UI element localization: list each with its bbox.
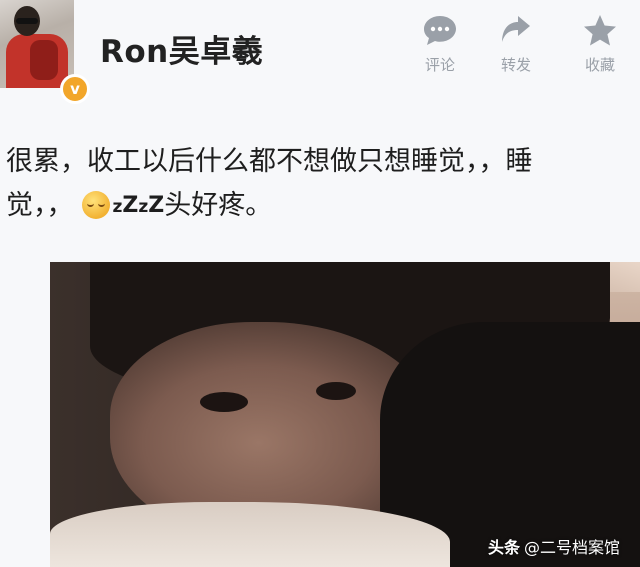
username[interactable]: Ron吴卓羲 [100,26,263,71]
zzz-char: z [112,197,123,217]
favorite-button[interactable]: 收藏 [570,14,630,75]
sleepy-face-emoji [81,191,110,219]
action-bar: 评论 转发 收藏 [410,14,640,84]
post-text: 很累，收工以后什么都不想做只想睡觉，，睡 觉，， zZzZ头好疼。 [6,140,640,229]
post-text-line-2: 觉，， zZzZ头好疼。 [6,184,640,229]
zzz-text: zZzZ [112,193,165,218]
watermark-brand: 头条 [488,538,521,557]
repost-label: 转发 [500,56,531,74]
post-text-line-1: 很累，收工以后什么都不想做只想睡觉，，睡 [6,146,533,177]
watermark-handle: @二号档案馆 [524,538,621,557]
photo-eye-right [316,382,356,400]
comment-button[interactable]: 评论 [410,14,470,75]
avatar-figure-glasses [16,18,38,24]
comment-bubble-icon [424,16,456,45]
repost-button[interactable]: 转发 [486,14,546,75]
zzz-char: z [138,197,149,217]
post-photo[interactable] [50,262,640,567]
post-text-line-2-start: 觉，， [6,190,74,221]
zzz-char: Z [148,193,165,218]
favorite-label: 收藏 [584,56,615,74]
comment-label: 评论 [424,56,455,74]
avatar[interactable] [0,0,74,88]
zzz-char: Z [122,193,139,218]
avatar-figure-jacket [30,40,58,80]
star-icon [584,15,616,46]
verified-badge: v [60,74,90,104]
post-text-line-2-end: 头好疼。 [164,190,273,221]
repost-arrow-icon [502,16,530,42]
photo-eye-left [200,392,248,412]
watermark: 头条 @二号档案馆 [488,534,620,558]
